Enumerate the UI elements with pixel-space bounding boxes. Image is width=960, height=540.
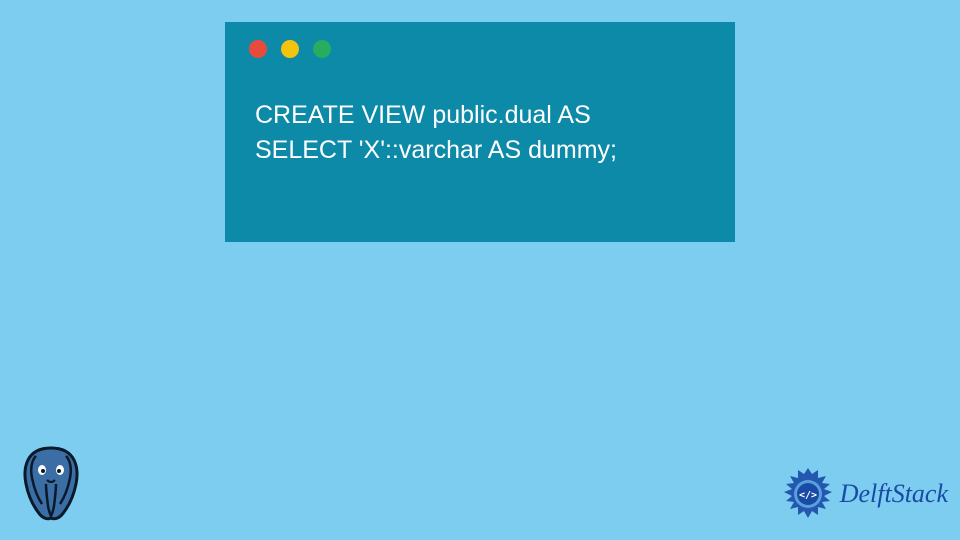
delftstack-label: DelftStack [840,479,948,509]
code-line-2: SELECT 'X'::varchar AS dummy; [255,136,617,164]
postgres-icon [12,442,90,524]
maximize-icon [313,40,331,58]
code-block: CREATE VIEW public.dual AS SELECT 'X'::v… [225,66,735,192]
minimize-icon [281,40,299,58]
code-symbol: </> [799,490,817,501]
delftstack-logo: </> DelftStack [780,466,948,522]
code-line-1: CREATE VIEW public.dual AS [255,101,591,129]
close-icon [249,40,267,58]
code-window: CREATE VIEW public.dual AS SELECT 'X'::v… [225,22,735,242]
window-titlebar [225,22,735,66]
delftstack-badge-icon: </> [780,466,836,522]
